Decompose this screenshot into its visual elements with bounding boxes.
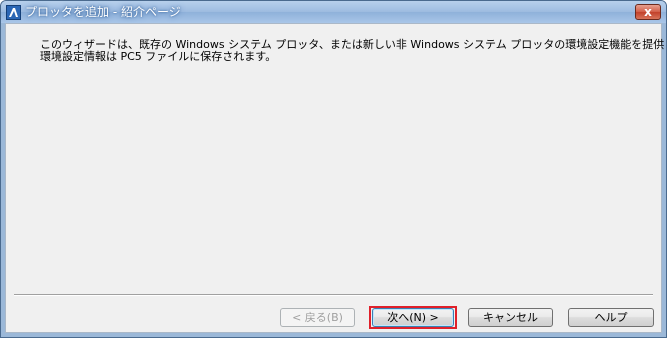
help-button[interactable]: ヘルプ	[568, 308, 654, 327]
wizard-description: このウィザードは、既存の Windows システム プロッタ、または新しい非 W…	[40, 39, 666, 63]
back-button[interactable]: < 戻る(B)	[280, 308, 355, 327]
wizard-content-panel: このウィザードは、既存の Windows システム プロッタ、または新しい非 W…	[6, 24, 666, 294]
close-button[interactable]: x	[635, 4, 661, 20]
description-line-2: 環境設定情報は PC5 ファイルに保存されます。	[40, 50, 277, 63]
dialog-client-area: このウィザードは、既存の Windows システム プロッタ、または新しい非 W…	[5, 23, 666, 333]
add-plotter-wizard-window: プロッタを追加 - 紹介ページ x このウィザードは、既存の Windows シ…	[0, 0, 667, 338]
highlight-box	[369, 306, 457, 329]
title-bar[interactable]: プロッタを追加 - 紹介ページ x	[1, 1, 666, 23]
window-title: プロッタを追加 - 紹介ページ	[25, 5, 181, 19]
separator	[14, 294, 653, 296]
close-icon: x	[644, 5, 652, 19]
cancel-button[interactable]: キャンセル	[468, 308, 553, 327]
autocad-plotter-icon	[6, 5, 21, 20]
